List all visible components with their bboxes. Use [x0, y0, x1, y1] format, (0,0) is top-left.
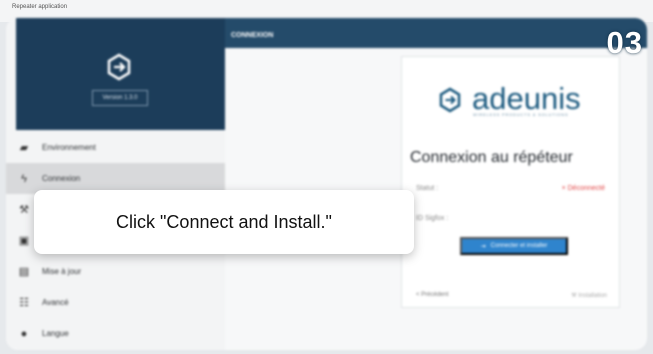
sidebar-item-label: Avancé — [42, 298, 69, 307]
sidebar-header: Version 1.3.0 — [16, 18, 225, 130]
sliders-icon: ☷ — [19, 296, 29, 309]
connect-and-install-button[interactable]: ⇥ Connecter et installer — [460, 237, 568, 255]
installation-label: Installation — [578, 293, 607, 299]
update-icon: ▤ — [18, 265, 30, 278]
instruction-tooltip: Click "Connect and Install." — [34, 190, 414, 254]
previous-button[interactable]: < Précédent — [416, 292, 449, 298]
status-value: × Déconnecté — [561, 185, 605, 192]
wrench-icon: ⚒ — [571, 293, 577, 299]
globe-icon: ● — [20, 327, 28, 340]
sidebar-item-label: Langue — [42, 329, 69, 338]
card-title: Connexion au répéteur — [410, 149, 573, 166]
folder-icon: ▰ — [19, 141, 29, 154]
installation-button[interactable]: ⚒ Installation — [571, 292, 607, 299]
connection-card: adeunis WIRELESS PRODUCTS & SOLUTIONS Co… — [401, 56, 620, 308]
status-label: Statut : — [416, 185, 439, 192]
sidebar-item-avance[interactable]: ☷ Avancé — [6, 287, 225, 318]
adeunis-brand: adeunis WIRELESS PRODUCTS & SOLUTIONS — [436, 81, 596, 123]
sidebar: Version 1.3.0 ▰ Environnement ϟ Connexio… — [6, 18, 225, 350]
adeunis-logo-icon — [439, 87, 461, 113]
sidebar-item-label: Mise à jour — [42, 267, 82, 276]
plug-icon: ϟ — [21, 172, 27, 185]
brand-tagline: WIRELESS PRODUCTS & SOLUTIONS — [473, 112, 569, 117]
sidebar-item-label: Environnement — [42, 143, 96, 152]
connect-button-label: Connecter et installer — [490, 243, 548, 249]
repeater-app-window: Version 1.3.0 ▰ Environnement ϟ Connexio… — [6, 18, 647, 350]
sidebar-item-environnement[interactable]: ▰ Environnement — [6, 132, 225, 163]
version-badge: Version 1.3.0 — [92, 90, 148, 106]
sigfox-id-label: ID Sigfox : — [416, 215, 449, 222]
screenshot-stage: Repeater application Version 1.3.0 ▰ Env… — [0, 0, 653, 354]
image-icon: ▣ — [18, 234, 30, 247]
sidebar-item-langue[interactable]: ● Langue — [6, 318, 225, 349]
main-header: CONNEXION — [225, 18, 647, 48]
adeunis-logo-icon — [107, 53, 131, 81]
sidebar-item-mise-a-jour[interactable]: ▤ Mise à jour — [6, 256, 225, 287]
connect-icon: ⇥ — [480, 243, 486, 250]
sidebar-item-label: Connexion — [42, 174, 81, 183]
step-number: 03 — [606, 25, 643, 60]
wrench-icon: ⚒ — [19, 203, 29, 216]
